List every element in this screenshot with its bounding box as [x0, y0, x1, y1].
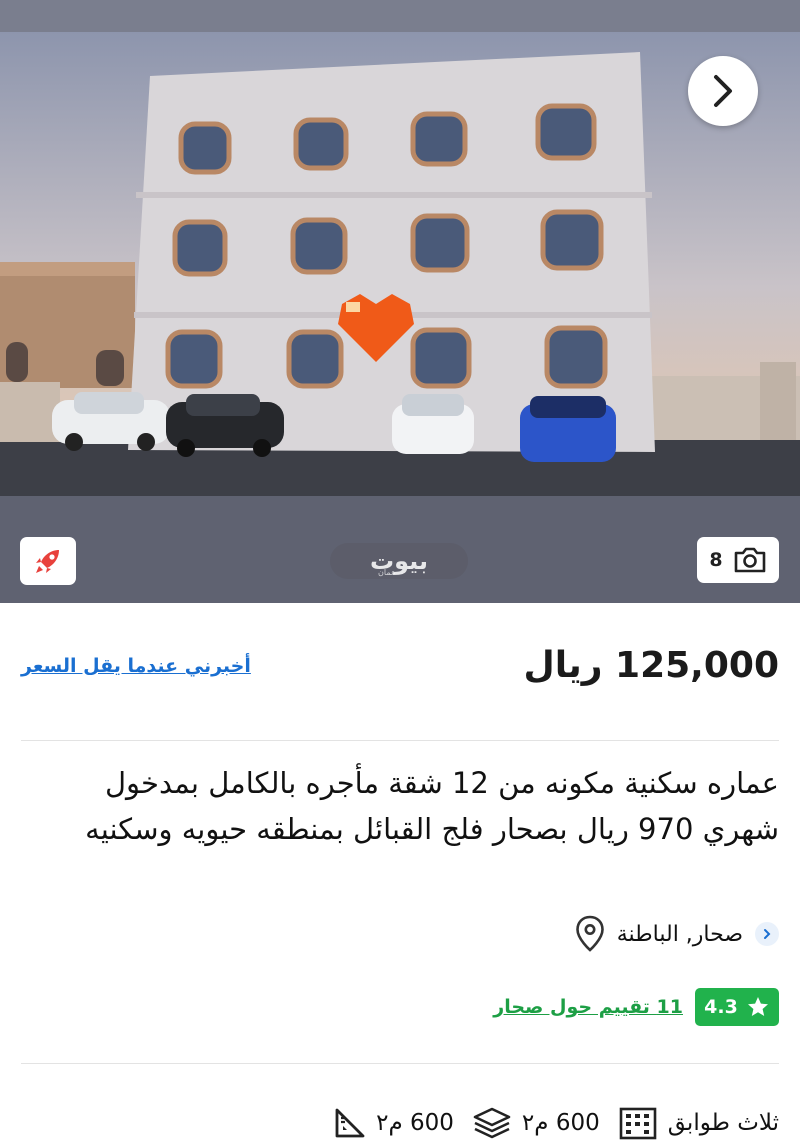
- camera-icon: [734, 547, 765, 573]
- building-icon: [619, 1107, 657, 1139]
- land-area-value: 600 م٢: [376, 1109, 454, 1136]
- watermark-logo: بيوت عمان: [330, 543, 468, 579]
- location-row[interactable]: صحار, الباطنة: [575, 912, 779, 956]
- specs-row: 600 م٢ 600 م٢ ثلاث طوابق: [334, 1100, 779, 1145]
- ruler-triangle-icon: [335, 1108, 365, 1137]
- rocket-icon: [36, 550, 59, 573]
- built-area-value: 600 م٢: [521, 1109, 600, 1136]
- next-photo-button[interactable]: [688, 56, 758, 126]
- layers-icon: [473, 1107, 511, 1138]
- listing-photo[interactable]: [0, 32, 800, 496]
- location-pin-icon: [575, 915, 604, 952]
- star-icon: [747, 997, 768, 1016]
- spec-land-area: 600 م٢: [334, 1107, 454, 1139]
- area-reviews-link[interactable]: 11 تقييم حول صحار: [493, 996, 683, 1018]
- spec-floors: ثلاث طوابق: [618, 1106, 779, 1140]
- chevron-right-icon: [764, 929, 771, 939]
- listing-title: عماره سكنية مكونه من 12 شقة مأجره بالكام…: [85, 766, 779, 846]
- photo-count-value: 8: [709, 549, 723, 571]
- price-drop-alert-link[interactable]: أخبرني عندما يقل السعر: [21, 655, 251, 677]
- divider: [21, 740, 779, 741]
- spec-built-area: 600 م٢: [472, 1106, 600, 1140]
- floors-value: ثلاث طوابق: [667, 1109, 779, 1136]
- rating-badge: 4.3: [695, 988, 779, 1026]
- gallery-top-strip: [0, 0, 800, 32]
- photo-count-button[interactable]: 8: [697, 537, 779, 583]
- image-gallery[interactable]: بيوت عمان 8: [0, 0, 800, 603]
- area-rating-row[interactable]: 4.3 11 تقييم حول صحار: [493, 987, 779, 1027]
- divider: [21, 1063, 779, 1064]
- watermark-sub: عمان: [378, 568, 396, 577]
- listing-price: 125,000 ريال: [523, 645, 780, 686]
- chevron-right-icon: [714, 75, 732, 107]
- boost-listing-button[interactable]: [20, 537, 76, 585]
- location-expand-button[interactable]: [755, 922, 779, 946]
- location-text: صحار, الباطنة: [616, 921, 743, 947]
- rating-value: 4.3: [704, 996, 738, 1018]
